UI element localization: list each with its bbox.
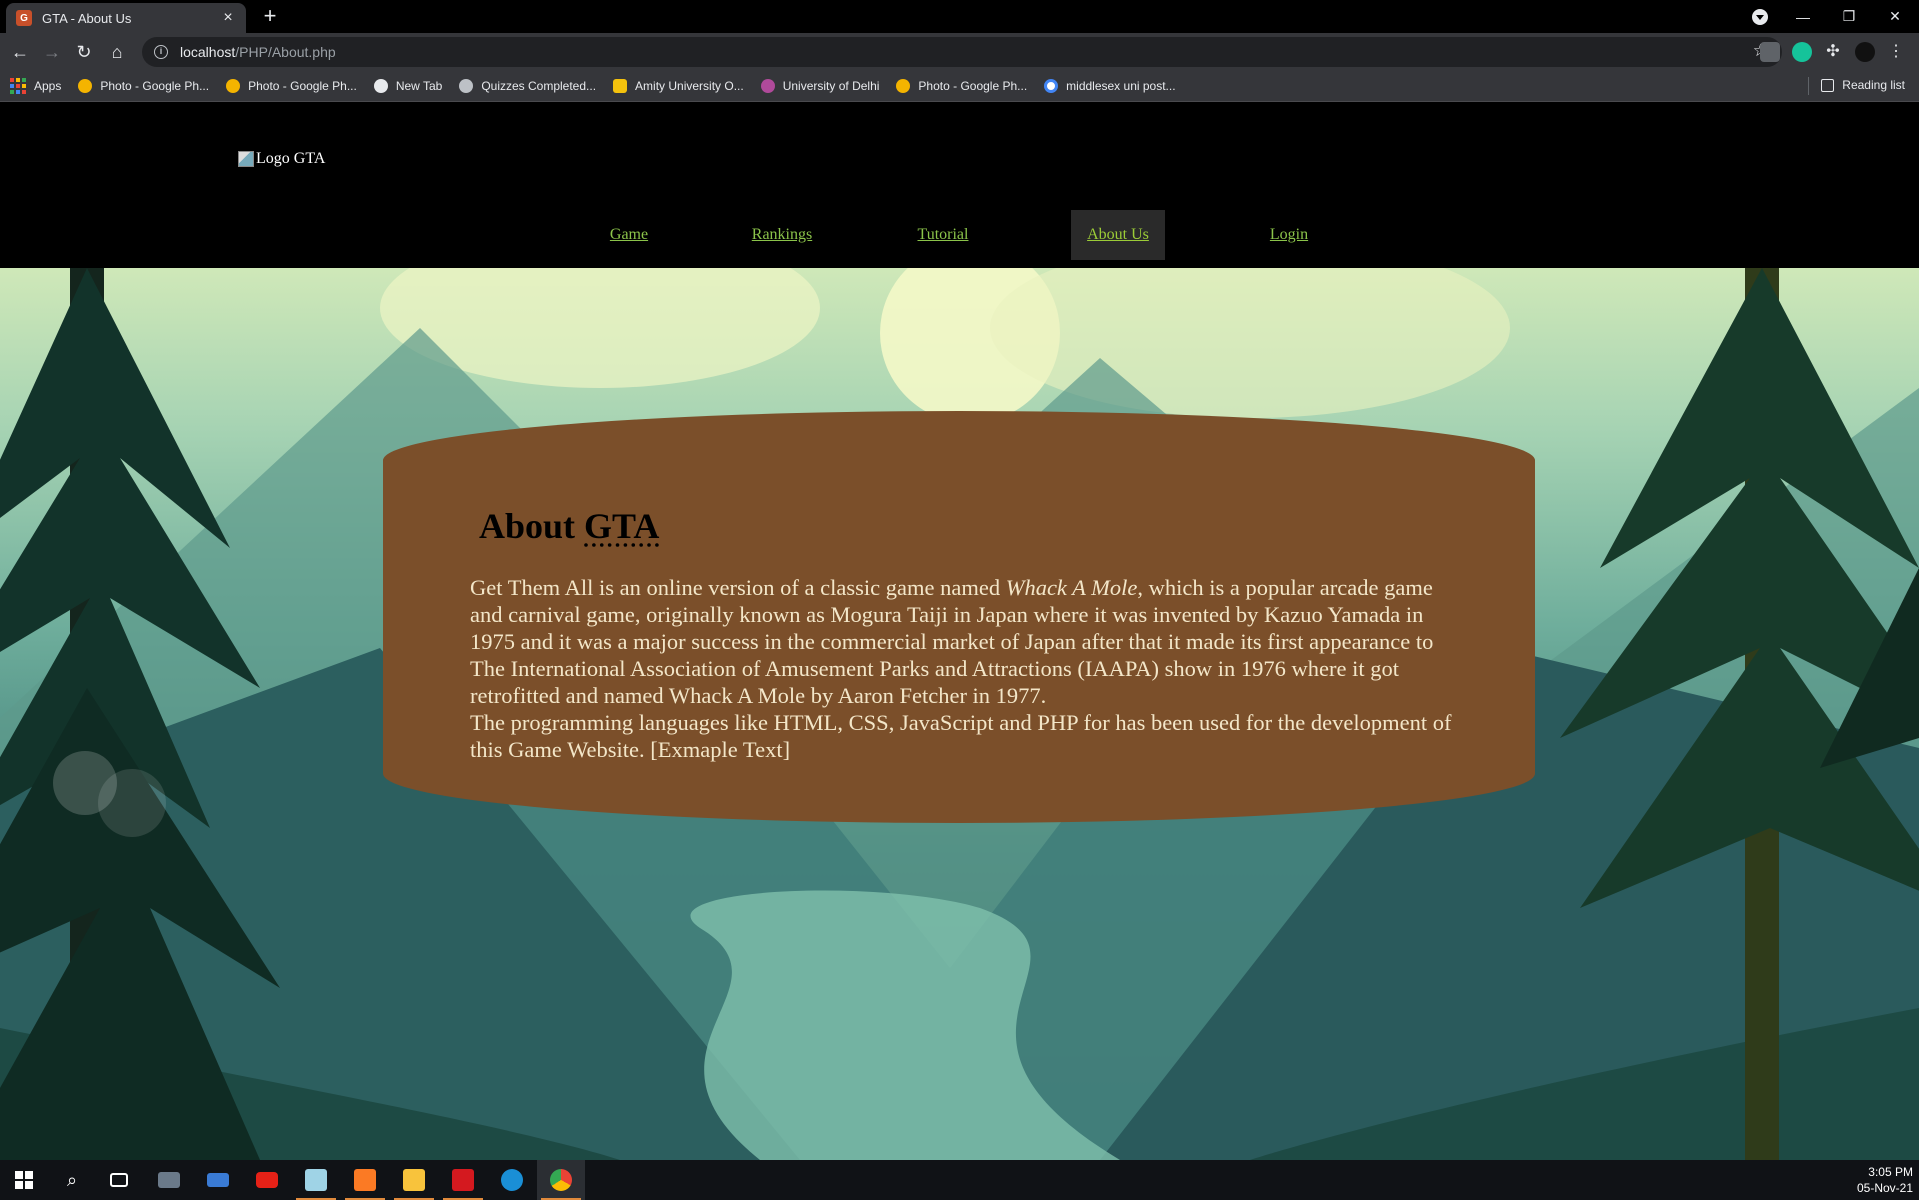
reading-list-button[interactable]: Reading list [1821,78,1905,92]
file-explorer-icon[interactable] [390,1160,438,1200]
close-tab-icon[interactable]: × [220,9,236,27]
back-icon[interactable]: ← [7,39,33,65]
new-tab-icon[interactable]: + [258,4,282,28]
site-info-icon[interactable]: i [154,45,168,59]
browser-tab-strip: G GTA - About Us × + — ❐ ✕ [0,0,1919,33]
nav-link-about-us[interactable]: About Us [1071,210,1165,260]
url-host: localhost [180,44,236,60]
forward-icon[interactable]: → [39,39,65,65]
bookmark-label: Amity University O... [635,79,744,93]
bookmark-item[interactable]: Photo - Google Ph... [78,79,209,93]
bookmark-item[interactable]: Photo - Google Ph... [896,79,1027,93]
bookmark-label: University of Delhi [782,79,880,93]
browser-tab[interactable]: G GTA - About Us × [6,3,246,33]
task-view-icon[interactable] [95,1160,143,1200]
google-photos-icon [226,79,241,93]
web-page: Logo GTA Game Rankings Tutorial About Us… [0,102,1919,1160]
close-window-icon[interactable]: ✕ [1872,8,1918,25]
quiz-site-icon [459,79,474,93]
profile-avatar[interactable] [1855,42,1875,62]
site-header: Logo GTA Game Rankings Tutorial About Us… [0,102,1919,268]
logo-alt-text: Logo GTA [256,150,326,167]
apps-grid-icon [10,78,26,94]
gta-abbreviation: GTA [584,506,660,546]
app-blue-icon[interactable] [194,1160,242,1200]
nav-link-game[interactable]: Game [596,210,662,260]
restore-icon[interactable]: ❐ [1826,8,1872,25]
chrome-icon[interactable] [537,1160,585,1200]
bookmark-item[interactable]: Quizzes Completed... [459,79,596,93]
windows-start-icon[interactable] [0,1160,48,1200]
nav-link-login[interactable]: Login [1253,210,1325,260]
bookmarks-divider [1808,77,1809,95]
bookmark-label: Apps [34,79,62,93]
google-photos-icon [78,79,93,93]
browser-toolbar: ← → ↻ ⌂ i localhost/PHP/About.php ☆ ✣ ⋮ [0,33,1919,71]
bookmark-item[interactable]: Amity University O... [613,79,744,93]
about-heading-prefix: About [479,506,576,546]
bookmarks-bar: Apps Photo - Google Ph... Photo - Google… [0,71,1919,102]
minimize-icon[interactable]: — [1780,9,1826,25]
menu-kebab-icon[interactable]: ⋮ [1886,42,1906,62]
window-controls: — ❐ ✕ [1780,0,1918,33]
windows-taskbar: ⌕ 3:05 PM 05-Nov-21 [0,1160,1919,1200]
bookmark-apps[interactable]: Apps [10,78,61,94]
bookmark-label: New Tab [395,79,443,93]
clock-time: 3:05 PM [1868,1165,1913,1179]
clock-date: 05-Nov-21 [1856,1181,1913,1195]
bookmark-item[interactable]: New Tab [373,79,443,93]
extensions-puzzle-icon[interactable]: ✣ [1823,42,1843,62]
broken-image-icon [238,151,254,167]
home-icon[interactable]: ⌂ [104,39,130,65]
nav-link-rankings[interactable]: Rankings [744,210,820,260]
xampp-icon[interactable] [341,1160,389,1200]
nav-link-tutorial[interactable]: Tutorial [908,210,978,260]
main-nav: Game Rankings Tutorial About Us Login [0,210,1919,260]
system-clock[interactable]: 3:05 PM 05-Nov-21 [1857,1164,1913,1196]
bookmark-label: Photo - Google Ph... [918,79,1028,93]
site-favicon-icon: G [16,10,32,26]
about-card: About GTA Get Them All is an online vers… [383,411,1535,823]
delhi-university-icon [760,79,775,93]
url-path: /PHP/About.php [235,44,336,60]
edge-icon[interactable] [488,1160,536,1200]
about-para1-start: Get Them All is an online version of a c… [470,575,1001,600]
youtube-icon[interactable] [243,1160,291,1200]
reload-icon[interactable]: ↻ [71,39,97,65]
bookmark-label: middlesex uni post... [1066,79,1176,93]
google-icon [1044,79,1059,93]
bookmark-item[interactable]: University of Delhi [760,79,880,93]
amity-shield-icon [613,79,628,93]
search-icon[interactable]: ⌕ [48,1160,96,1200]
bookmark-label: Quizzes Completed... [481,79,597,93]
reading-list-label: Reading list [1842,78,1905,92]
bookmark-item[interactable]: Photo - Google Ph... [226,79,357,93]
about-para2: The programming languages like HTML, CSS… [470,710,1452,762]
site-logo[interactable]: Logo GTA [238,150,325,168]
address-bar[interactable]: i localhost/PHP/About.php ☆ [142,37,1782,67]
tab-title: GTA - About Us [42,10,132,26]
bookmark-label: Photo - Google Ph... [100,79,210,93]
reading-list-icon [1821,78,1835,92]
about-text: Get Them All is an online version of a c… [470,574,1470,763]
about-game-name: Whack A Mole [1005,575,1138,600]
notepad-icon[interactable] [292,1160,340,1200]
bookmark-label: Photo - Google Ph... [248,79,357,93]
about-heading: About GTA [479,505,659,547]
camera-icon[interactable] [145,1160,193,1200]
globe-icon [373,79,388,93]
google-photos-icon [896,79,911,93]
screen: G GTA - About Us × + — ❐ ✕ ← → ↻ ⌂ i loc… [0,0,1919,1200]
extension-icon[interactable] [1760,42,1780,62]
grammarly-icon[interactable] [1792,42,1812,62]
bookmark-item[interactable]: middlesex uni post... [1044,79,1176,93]
tab-search-icon[interactable] [1752,9,1768,25]
acrobat-icon[interactable] [439,1160,487,1200]
